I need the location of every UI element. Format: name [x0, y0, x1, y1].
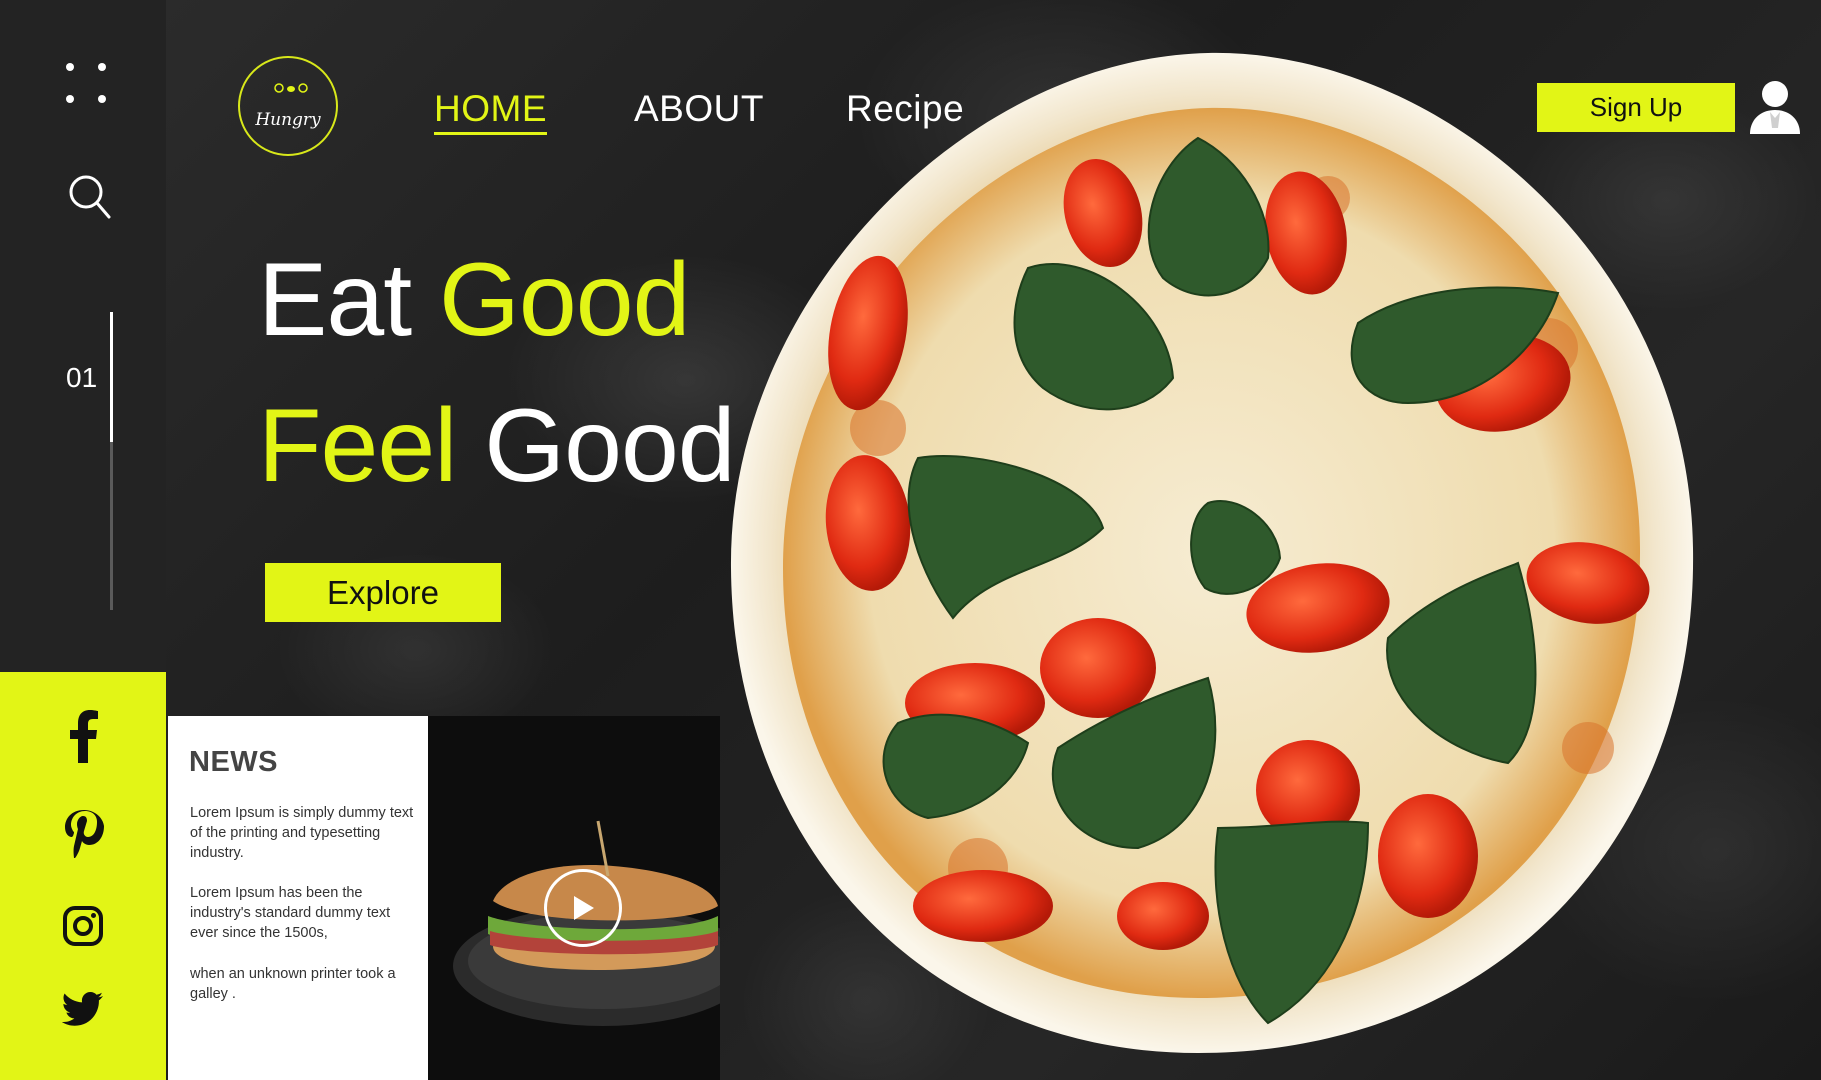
news-title: NEWS — [189, 746, 278, 778]
grid-dots-icon[interactable] — [66, 63, 108, 109]
search-icon[interactable] — [66, 172, 112, 220]
logo-text: Hungry — [255, 110, 321, 130]
headline-word-feel: Feel — [258, 388, 457, 504]
logo-face-icon — [274, 83, 308, 93]
news-card: NEWS Lorem Ipsum is simply dummy text of… — [168, 716, 428, 1080]
pizza-image — [730, 52, 1694, 1054]
explore-button[interactable]: Explore — [265, 563, 501, 622]
headline-word-good-2: Good — [484, 388, 735, 504]
twitter-icon[interactable] — [59, 982, 107, 1038]
social-bar — [0, 672, 166, 1080]
slide-number: 01 — [66, 362, 98, 393]
play-button[interactable] — [544, 869, 622, 947]
news-paragraph-2: Lorem Ipsum has been the industry's stan… — [190, 885, 391, 941]
news-paragraph-1: Lorem Ipsum is simply dummy text of the … — [190, 805, 414, 861]
news-video-thumbnail[interactable] — [428, 716, 720, 1080]
headline-line-2: Feel Good — [258, 394, 736, 498]
sidebar: 01 — [0, 0, 166, 672]
user-icon[interactable] — [1748, 78, 1802, 134]
headline-word-eat: Eat — [258, 242, 412, 358]
play-icon — [574, 896, 594, 920]
facebook-icon[interactable] — [59, 708, 107, 764]
headline-line-1: Eat Good — [258, 248, 690, 352]
headline-word-good: Good — [439, 242, 690, 358]
nav-home[interactable]: HOME — [434, 88, 547, 135]
brand-logo[interactable]: Hungry — [238, 56, 338, 156]
slide-progress-fill — [110, 312, 113, 442]
news-paragraph-3: when an unknown printer took a galley . — [190, 966, 396, 1002]
instagram-icon[interactable] — [59, 898, 107, 954]
pinterest-icon[interactable] — [59, 808, 107, 864]
